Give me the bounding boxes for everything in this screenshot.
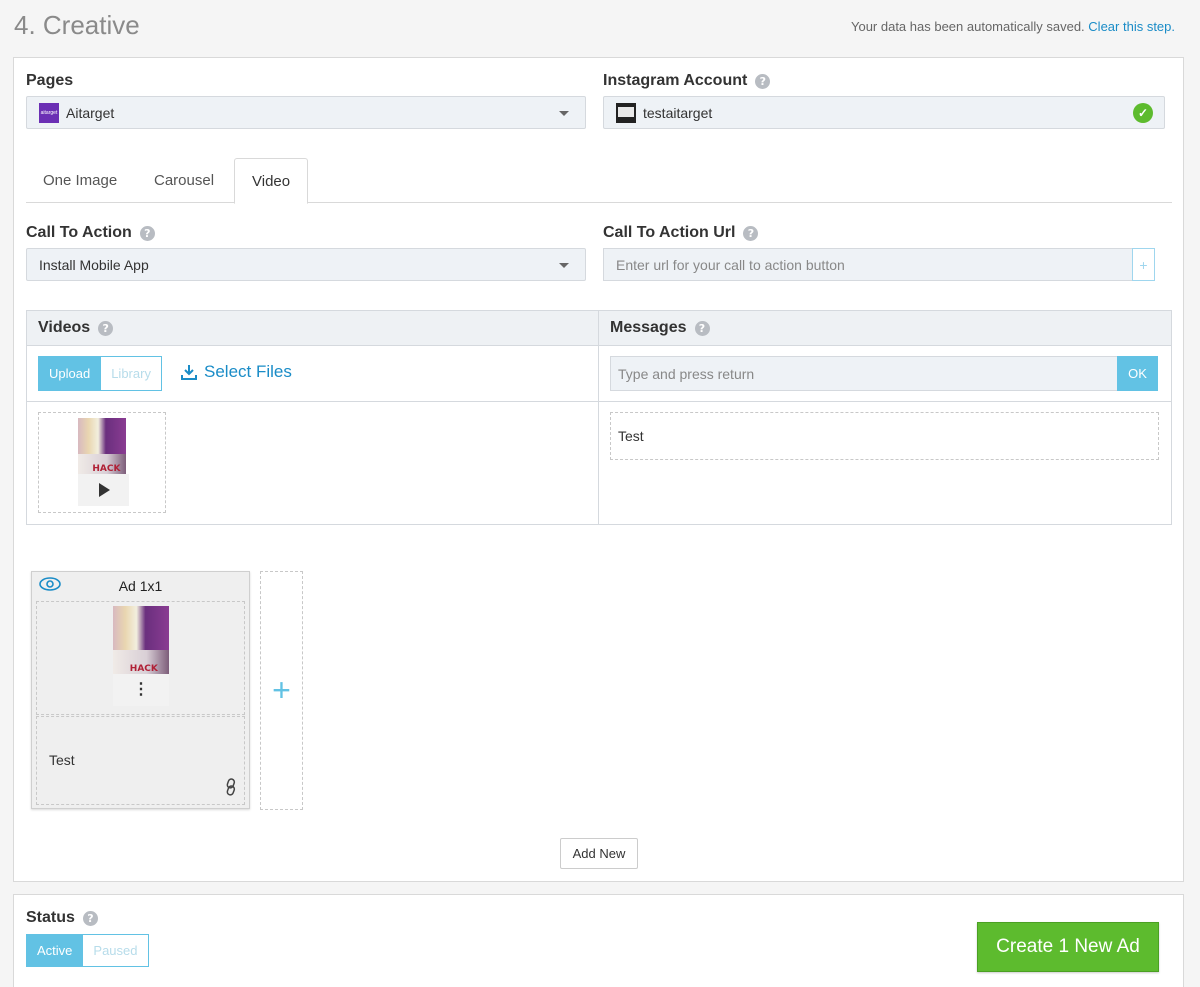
messages-row-divider: [599, 401, 1171, 402]
pages-label-text: Pages: [26, 72, 74, 89]
status-label: Status ?: [26, 909, 98, 927]
pages-selected-value: Aitarget: [66, 104, 115, 121]
creative-tabs: One Image Carousel Video: [26, 158, 1172, 204]
help-icon[interactable]: ?: [98, 320, 114, 336]
status-panel: Status ? Active Paused Create 1 New Ad: [13, 894, 1184, 987]
video-source-toggle: Upload Library: [38, 356, 162, 391]
library-button[interactable]: Library: [101, 356, 162, 391]
message-item[interactable]: Test: [610, 412, 1159, 460]
status-toggle: Active Paused: [26, 934, 149, 967]
message-ok-button[interactable]: OK: [1117, 356, 1158, 391]
link-icon[interactable]: [224, 778, 238, 796]
page-logo: aitarget: [39, 102, 59, 123]
column-divider: [598, 311, 599, 524]
help-icon[interactable]: ?: [139, 225, 155, 241]
select-files-label: Select Files: [204, 362, 292, 381]
tab-video[interactable]: Video: [234, 158, 309, 204]
cta-label-text: Call To Action: [26, 224, 132, 241]
cta-url-label: Call To Action Url ?: [603, 224, 759, 242]
tab-one-image[interactable]: One Image: [26, 158, 134, 203]
ad-media-slot[interactable]: ⋮: [36, 601, 245, 715]
status-label-text: Status: [26, 909, 75, 926]
ad-card-title: Ad 1x1: [118, 578, 163, 594]
clear-step-link[interactable]: Clear this step.: [1088, 19, 1175, 34]
videos-header: Videos ?: [27, 311, 598, 346]
ad-message-text: Test: [49, 752, 75, 768]
message-input[interactable]: Type and press return: [610, 356, 1118, 391]
videos-row-divider: [27, 401, 598, 402]
pages-select[interactable]: aitarget Aitarget: [26, 96, 586, 129]
instagram-account-field[interactable]: testaitarget ✓: [603, 96, 1165, 129]
ad-message-slot[interactable]: Test: [36, 716, 245, 805]
cta-url-input[interactable]: Enter url for your call to action button: [603, 248, 1133, 281]
instagram-avatar: [616, 102, 636, 123]
tab-carousel[interactable]: Carousel: [137, 158, 231, 203]
add-new-button[interactable]: Add New: [560, 838, 638, 869]
status-active-button[interactable]: Active: [26, 934, 84, 967]
download-icon: [181, 365, 197, 380]
ad-thumbnail: [113, 606, 169, 674]
help-icon[interactable]: ?: [82, 910, 98, 926]
cta-label: Call To Action ?: [26, 224, 155, 242]
video-item[interactable]: [38, 412, 166, 513]
cta-url-add-button[interactable]: +: [1132, 248, 1155, 281]
add-ad-slot[interactable]: +: [260, 571, 303, 810]
status-paused-button[interactable]: Paused: [83, 934, 149, 967]
step-title: 4. Creative: [14, 10, 140, 40]
help-icon[interactable]: ?: [694, 320, 710, 336]
cta-select[interactable]: Install Mobile App: [26, 248, 586, 281]
cta-url-label-text: Call To Action Url: [603, 224, 736, 241]
check-icon: ✓: [1133, 103, 1153, 123]
help-icon[interactable]: ?: [755, 73, 771, 89]
video-play-bar[interactable]: [78, 474, 129, 506]
autosave-text: Your data has been automatically saved.: [850, 19, 1085, 34]
creative-panel: Pages aitarget Aitarget Instagram Accoun…: [13, 57, 1184, 882]
more-vertical-icon: ⋮: [133, 681, 149, 698]
upload-button[interactable]: Upload: [38, 356, 102, 391]
autosave-notice: Your data has been automatically saved. …: [851, 19, 1175, 34]
chevron-down-icon: [559, 263, 569, 268]
ad-card[interactable]: Ad 1x1 ⋮ Test: [31, 571, 250, 809]
cta-selected-value: Install Mobile App: [39, 256, 149, 273]
messages-label: Messages: [610, 319, 687, 336]
ad-media-menu[interactable]: ⋮: [113, 674, 169, 706]
videos-messages-grid: Videos ? Messages ? Upload Library Selec…: [26, 310, 1172, 525]
help-icon[interactable]: ?: [743, 225, 759, 241]
play-icon: [98, 483, 110, 497]
instagram-label: Instagram Account ?: [603, 72, 771, 90]
video-thumbnail: [78, 418, 126, 474]
videos-label: Videos: [38, 319, 91, 336]
instagram-label-text: Instagram Account: [603, 72, 748, 89]
select-files-button[interactable]: Select Files: [180, 362, 292, 382]
pages-label: Pages: [26, 72, 73, 90]
instagram-selected-value: testaitarget: [643, 104, 713, 121]
chevron-down-icon: [559, 111, 569, 116]
create-ad-button[interactable]: Create 1 New Ad: [977, 922, 1159, 972]
messages-header: Messages ?: [599, 311, 1171, 346]
